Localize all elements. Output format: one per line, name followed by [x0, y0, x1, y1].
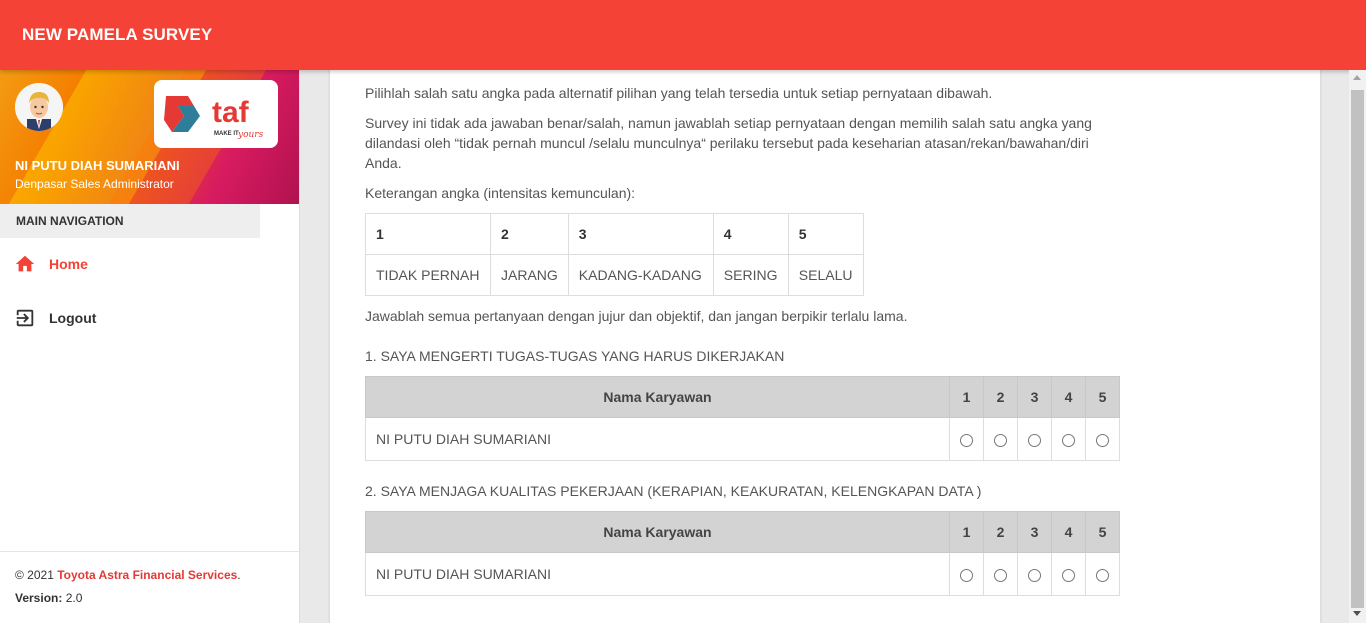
- table-row: NI PUTU DIAH SUMARIANI: [365, 552, 1120, 596]
- column-header: Nama Karyawan: [365, 511, 950, 553]
- question-title: 1. SAYA MENGERTI TUGAS-TUGAS YANG HARUS …: [365, 348, 785, 364]
- score-radio-1[interactable]: [960, 433, 973, 447]
- scroll-down-arrow-icon[interactable]: [1353, 611, 1361, 616]
- score-radio-2[interactable]: [994, 568, 1007, 582]
- score-radio-1[interactable]: [960, 568, 973, 582]
- legend-label: SELALU: [787, 254, 864, 296]
- instruction-text: Pilihlah salah satu angka pada alternati…: [365, 85, 993, 101]
- question-table: Nama Karyawan 1 2 3 4 5 NI PUTU DIAH SUM…: [365, 376, 1120, 461]
- top-app-bar: NEW PAMELA SURVEY: [0, 0, 1366, 70]
- score-header: 3: [1017, 376, 1052, 418]
- sidebar: taf MAKE IT yours NI PUTU DIAH SUMARIANI…: [0, 70, 300, 623]
- user-name: NI PUTU DIAH SUMARIANI: [15, 158, 180, 173]
- svg-text:MAKE IT: MAKE IT: [214, 131, 239, 137]
- taf-logo: taf MAKE IT yours: [154, 80, 278, 148]
- legend-label: KADANG-KADANG: [567, 254, 714, 296]
- score-radio-5[interactable]: [1096, 433, 1109, 447]
- nav-item-label: Logout: [49, 310, 97, 326]
- question-title: 2. SAYA MENJAGA KUALITAS PEKERJAAN (KERA…: [365, 483, 982, 499]
- home-icon: [14, 253, 36, 275]
- scroll-thumb[interactable]: [1351, 90, 1364, 608]
- intensity-legend-table: 1 2 3 4 5 TIDAK PERNAH JARANG KADANG-KAD…: [365, 213, 864, 296]
- score-header: 4: [1051, 376, 1086, 418]
- legend-number: 3: [567, 213, 714, 255]
- instruction-text: Jawablah semua pertanyaan dengan jujur d…: [365, 308, 908, 324]
- legend-label: TIDAK PERNAH: [365, 254, 491, 296]
- score-header: 3: [1017, 511, 1052, 553]
- copyright: © 2021 Toyota Astra Financial Services.: [15, 568, 241, 582]
- score-header: 4: [1051, 511, 1086, 553]
- nav-item-logout[interactable]: Logout: [0, 298, 300, 338]
- legend-number: 1: [365, 213, 491, 255]
- instruction-text: Survey ini tidak ada jawaban benar/salah…: [365, 115, 1092, 171]
- score-radio-3[interactable]: [1028, 568, 1041, 582]
- score-radio-2[interactable]: [994, 433, 1007, 447]
- score-header: 5: [1085, 376, 1120, 418]
- app-title[interactable]: NEW PAMELA SURVEY: [22, 25, 212, 45]
- score-header: 5: [1085, 511, 1120, 553]
- score-header: 1: [949, 511, 984, 553]
- nav-item-home[interactable]: Home: [0, 244, 300, 284]
- employee-name: NI PUTU DIAH SUMARIANI: [365, 552, 950, 596]
- legend-number: 4: [712, 213, 789, 255]
- column-header: Nama Karyawan: [365, 376, 950, 418]
- score-radio-5[interactable]: [1096, 568, 1109, 582]
- score-header: 2: [983, 511, 1018, 553]
- legend-label: JARANG: [490, 254, 569, 296]
- nav-header: MAIN NAVIGATION: [0, 204, 260, 238]
- company-link[interactable]: Toyota Astra Financial Services: [57, 568, 237, 582]
- score-radio-4[interactable]: [1062, 568, 1075, 582]
- nav-item-label: Home: [49, 256, 88, 272]
- score-radio-4[interactable]: [1062, 433, 1075, 447]
- avatar: [15, 83, 63, 131]
- version: Version: 2.0: [15, 591, 83, 605]
- legend-label: SERING: [712, 254, 789, 296]
- svg-text:taf: taf: [212, 96, 250, 129]
- question-table: Nama Karyawan 1 2 3 4 5 NI PUTU DIAH SUM…: [365, 511, 1120, 596]
- scroll-up-arrow-icon[interactable]: [1353, 75, 1361, 80]
- score-header: 2: [983, 376, 1018, 418]
- legend-number: 2: [490, 213, 569, 255]
- survey-card: Pilihlah salah satu angka pada alternati…: [330, 50, 1320, 623]
- score-radio-3[interactable]: [1028, 433, 1041, 447]
- score-header: 1: [949, 376, 984, 418]
- legend-number: 5: [787, 213, 864, 255]
- logout-icon: [14, 307, 36, 329]
- user-role: Denpasar Sales Administrator: [15, 177, 174, 191]
- table-row: NI PUTU DIAH SUMARIANI: [365, 417, 1120, 461]
- user-info-panel: taf MAKE IT yours NI PUTU DIAH SUMARIANI…: [0, 70, 299, 204]
- employee-name: NI PUTU DIAH SUMARIANI: [365, 417, 950, 461]
- page-scrollbar[interactable]: [1349, 70, 1366, 623]
- legend-caption: Keterangan angka (intensitas kemunculan)…: [365, 185, 636, 201]
- sidebar-footer: © 2021 Toyota Astra Financial Services. …: [0, 551, 299, 623]
- svg-text:yours: yours: [237, 130, 264, 140]
